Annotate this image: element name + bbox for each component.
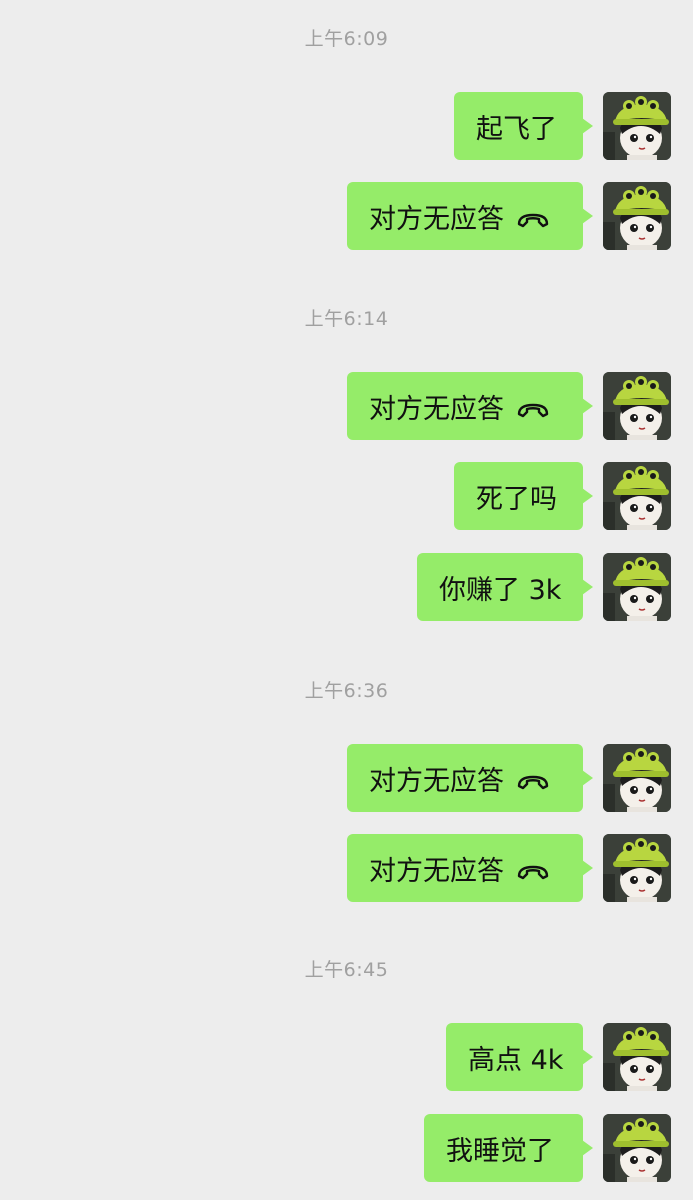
message-bubble[interactable]: 起飞了 bbox=[454, 92, 593, 160]
missed-call-bubble[interactable]: 对方无应答 bbox=[347, 834, 593, 902]
message-row: 对方无应答 bbox=[0, 372, 693, 442]
message-row: 起飞了 bbox=[0, 92, 693, 162]
phone-hangup-icon bbox=[516, 858, 550, 880]
timestamp: 上午6:09 bbox=[304, 28, 389, 50]
phone-hangup-icon bbox=[516, 768, 550, 790]
phone-hangup-icon bbox=[516, 396, 550, 418]
avatar[interactable] bbox=[603, 1114, 671, 1182]
message-text: 我睡觉了 bbox=[446, 1135, 554, 1167]
message-row: 高点 4k bbox=[0, 1023, 693, 1093]
phone-hangup-icon bbox=[516, 206, 550, 228]
avatar[interactable] bbox=[603, 834, 671, 902]
message-bubble[interactable]: 我睡觉了 bbox=[424, 1114, 593, 1182]
message-text: 起飞了 bbox=[476, 113, 557, 145]
missed-call-bubble[interactable]: 对方无应答 bbox=[347, 372, 593, 440]
avatar[interactable] bbox=[603, 462, 671, 530]
message-text: 对方无应答 bbox=[369, 765, 504, 797]
avatar[interactable] bbox=[603, 182, 671, 250]
avatar[interactable] bbox=[603, 372, 671, 440]
message-text: 对方无应答 bbox=[369, 393, 504, 425]
message-bubble[interactable]: 你赚了 3k bbox=[417, 553, 593, 621]
message-row: 你赚了 3k bbox=[0, 553, 693, 623]
message-row: 对方无应答 bbox=[0, 182, 693, 252]
message-text: 死了吗 bbox=[476, 483, 557, 515]
message-row: 我睡觉了 bbox=[0, 1114, 693, 1184]
avatar[interactable] bbox=[603, 553, 671, 621]
message-bubble[interactable]: 死了吗 bbox=[454, 462, 593, 530]
avatar[interactable] bbox=[603, 744, 671, 812]
avatar[interactable] bbox=[603, 1023, 671, 1091]
message-text: 高点 4k bbox=[468, 1044, 564, 1076]
message-text: 对方无应答 bbox=[369, 855, 504, 887]
missed-call-bubble[interactable]: 对方无应答 bbox=[347, 744, 593, 812]
timestamp: 上午6:36 bbox=[304, 680, 389, 702]
avatar[interactable] bbox=[603, 92, 671, 160]
message-row: 对方无应答 bbox=[0, 834, 693, 904]
missed-call-bubble[interactable]: 对方无应答 bbox=[347, 182, 593, 250]
message-text: 你赚了 3k bbox=[439, 574, 562, 606]
message-bubble[interactable]: 高点 4k bbox=[446, 1023, 593, 1091]
message-row: 对方无应答 bbox=[0, 744, 693, 814]
timestamp: 上午6:14 bbox=[304, 308, 389, 330]
message-text: 对方无应答 bbox=[369, 203, 504, 235]
message-row: 死了吗 bbox=[0, 462, 693, 532]
timestamp: 上午6:45 bbox=[304, 959, 389, 981]
